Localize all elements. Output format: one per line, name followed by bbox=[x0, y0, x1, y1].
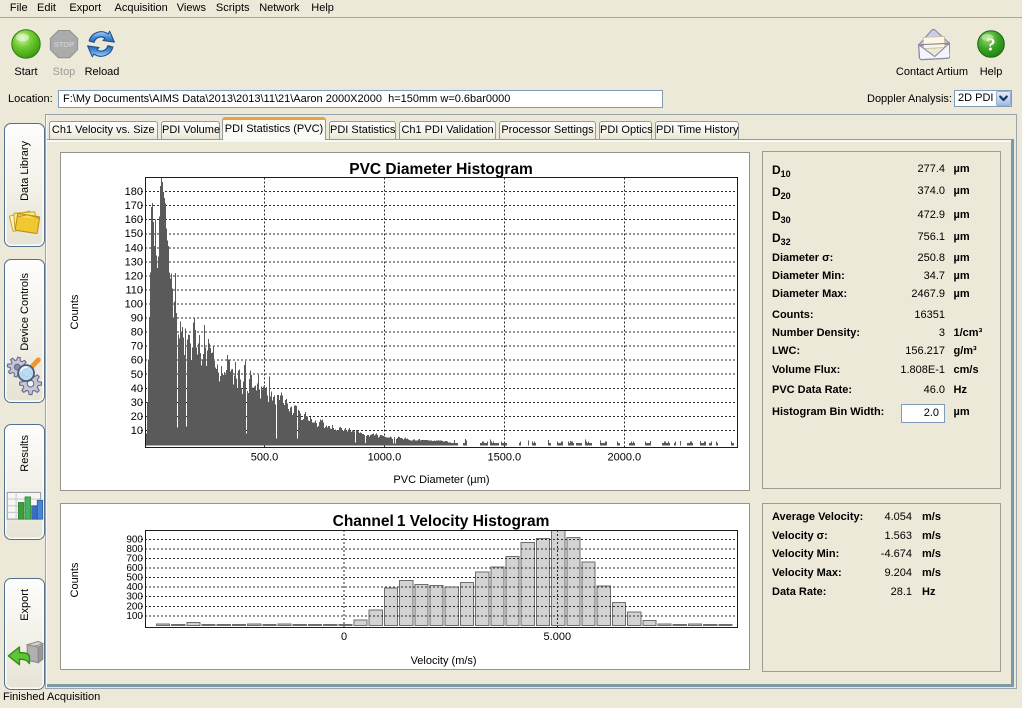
svg-text:Channel 1 Velocity Histogram: Channel 1 Velocity Histogram bbox=[333, 513, 550, 530]
svg-text:Velocity (m/s): Velocity (m/s) bbox=[411, 655, 477, 667]
svg-text:40: 40 bbox=[131, 383, 143, 395]
svg-text:180: 180 bbox=[125, 186, 143, 198]
svg-text:STOP: STOP bbox=[54, 40, 74, 49]
svg-text:5.000: 5.000 bbox=[544, 631, 572, 643]
svg-text:800: 800 bbox=[126, 544, 143, 555]
svg-text:2000.0: 2000.0 bbox=[607, 452, 641, 464]
svg-text:PVC Diameter (µm): PVC Diameter (µm) bbox=[393, 474, 489, 486]
svg-text:Counts: Counts bbox=[69, 294, 81, 329]
svg-text:300: 300 bbox=[126, 592, 143, 603]
svg-text:500.0: 500.0 bbox=[251, 452, 279, 464]
svg-text:700: 700 bbox=[126, 553, 143, 564]
svg-text:100: 100 bbox=[126, 611, 143, 622]
svg-text:80: 80 bbox=[131, 327, 143, 339]
svg-text:0: 0 bbox=[341, 631, 347, 643]
svg-text:?: ? bbox=[987, 35, 996, 55]
svg-text:90: 90 bbox=[131, 313, 143, 325]
svg-text:70: 70 bbox=[131, 341, 143, 353]
svg-text:30: 30 bbox=[131, 397, 143, 409]
svg-text:400: 400 bbox=[126, 582, 143, 593]
svg-text:150: 150 bbox=[125, 228, 143, 240]
svg-text:600: 600 bbox=[126, 563, 143, 574]
svg-text:20: 20 bbox=[131, 411, 143, 423]
svg-text:500: 500 bbox=[126, 573, 143, 584]
svg-text:200: 200 bbox=[126, 601, 143, 612]
svg-text:900: 900 bbox=[126, 534, 143, 545]
svg-text:1500.0: 1500.0 bbox=[487, 452, 521, 464]
svg-text:Counts: Counts bbox=[69, 562, 81, 597]
svg-text:130: 130 bbox=[125, 256, 143, 268]
svg-text:60: 60 bbox=[131, 355, 143, 367]
svg-text:100: 100 bbox=[125, 299, 143, 311]
svg-text:140: 140 bbox=[125, 242, 143, 254]
svg-text:120: 120 bbox=[125, 270, 143, 282]
svg-text:110: 110 bbox=[125, 284, 143, 296]
svg-text:170: 170 bbox=[125, 200, 143, 212]
svg-text:50: 50 bbox=[131, 369, 143, 381]
svg-text:10: 10 bbox=[131, 425, 143, 437]
svg-text:PVC Diameter Histogram: PVC Diameter Histogram bbox=[349, 161, 532, 178]
svg-text:160: 160 bbox=[125, 214, 143, 226]
svg-text:1000.0: 1000.0 bbox=[368, 452, 402, 464]
